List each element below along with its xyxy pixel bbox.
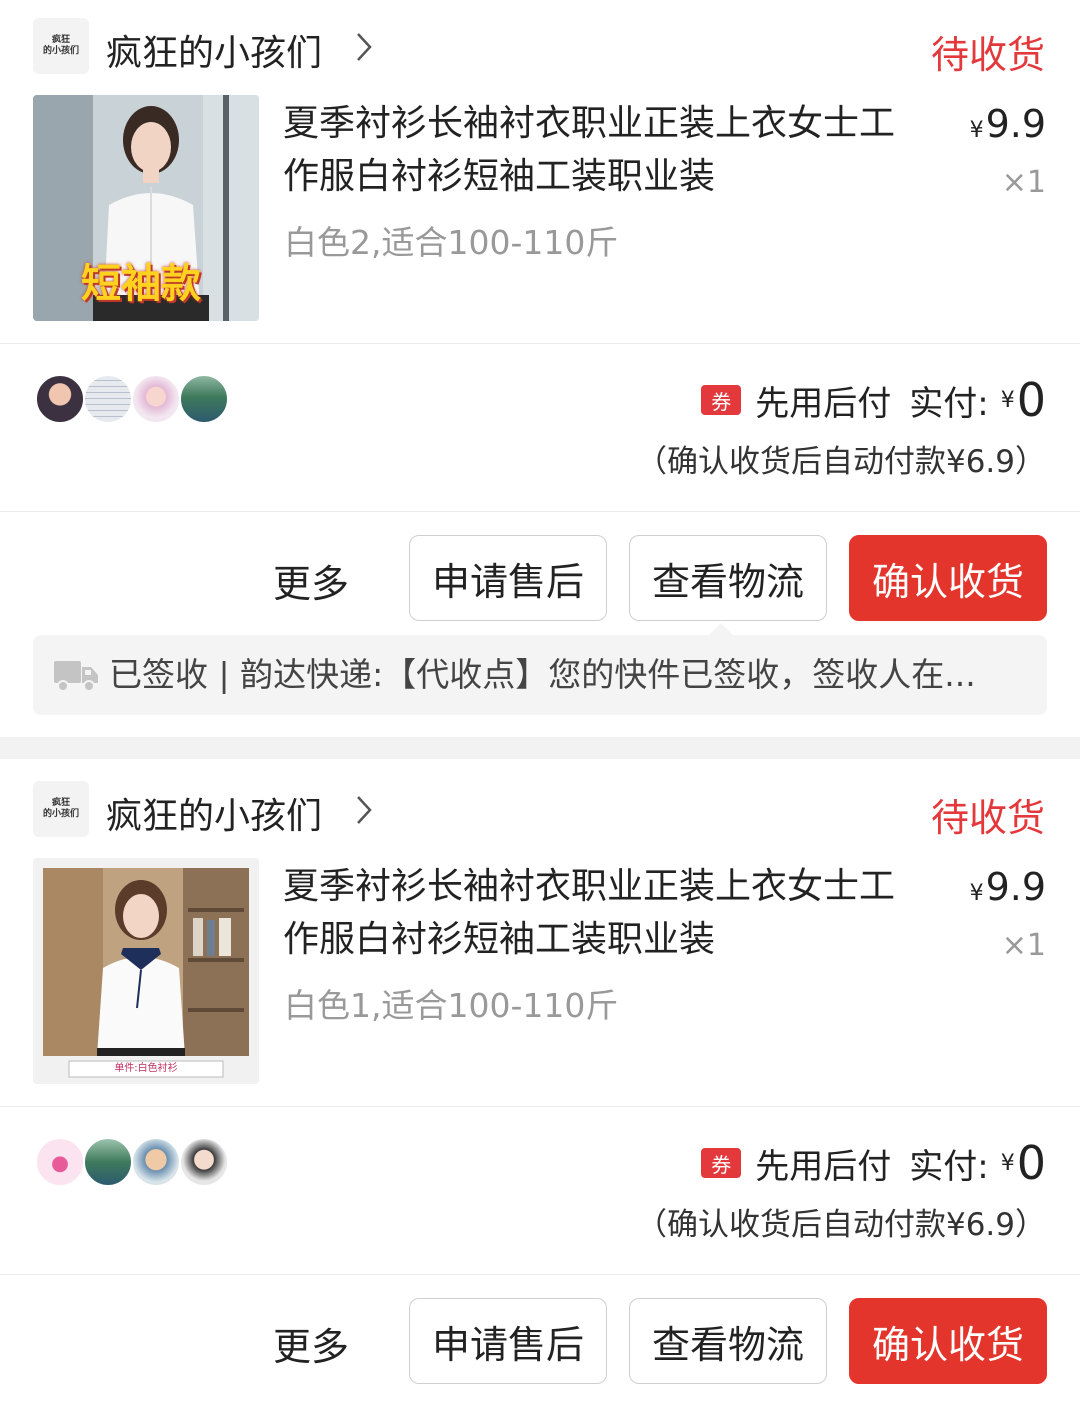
product-price: ¥9.9 [969,102,1046,146]
product-title[interactable]: 夏季衬衫长袖衬衣职业正装上衣女士工作服白衬衫短袖工装职业装 [283,860,923,966]
logistics-summary[interactable]: 已签收 | 韵达快递:【代收点】您的快件已签收，签收人在... [33,623,1047,715]
actual-paid-value: 0 [1016,373,1046,427]
avatar [35,374,85,424]
more-button[interactable]: 更多 [273,553,349,608]
pay-method: 先用后付 [755,383,892,424]
divider [0,1106,1080,1107]
group-buy-avatars[interactable] [35,1137,235,1189]
avatar [83,1137,133,1187]
confirm-receipt-button[interactable]: 确认收货 [849,535,1047,621]
product-price: ¥9.9 [969,865,1046,909]
divider [0,343,1080,344]
pay-later-summary: 券 先用后付 实付: ¥ 0 [701,372,1046,428]
product-image[interactable]: 短袖款 [33,95,259,321]
after-sales-button[interactable]: 申请售后 [409,535,607,621]
group-buy-avatars[interactable] [35,374,235,426]
shop-name[interactable]: 疯狂的小孩们 [106,24,322,76]
auto-pay-note: （确认收货后自动付款¥6.9） [635,1207,1046,1243]
product-image[interactable]: 单件:白色衬衫 [33,858,259,1084]
truck-icon [54,661,98,692]
logistics-text: 已签收 | 韵达快递:【代收点】您的快件已签收，签收人在... [109,655,976,694]
avatar [131,1137,181,1187]
product-variant: 白色2,适合100-110斤 [284,223,619,262]
order-card: 疯狂 的小孩们 疯狂的小孩们 待收货 单件:白色衬衫 夏季衬衫长袖衬衣职业正装上… [0,759,1080,1402]
after-sales-button[interactable]: 申请售后 [409,1298,607,1384]
avatar [131,374,181,424]
view-logistics-button[interactable]: 查看物流 [629,535,827,621]
more-button[interactable]: 更多 [273,1316,349,1371]
view-logistics-button[interactable]: 查看物流 [629,1298,827,1384]
pay-later-summary: 券 先用后付 实付: ¥ 0 [701,1135,1046,1191]
currency-symbol: ¥ [1000,387,1015,413]
product-variant: 白色1,适合100-110斤 [284,986,619,1025]
tooltip-caret [709,623,733,635]
product-title[interactable]: 夏季衬衫长袖衬衣职业正装上衣女士工作服白衬衫短袖工装职业装 [283,97,923,203]
avatar [83,374,133,424]
currency-symbol: ¥ [1000,1150,1015,1176]
order-status: 待收货 [930,33,1045,77]
product-quantity: ×1 [1001,165,1046,200]
divider [0,511,1080,512]
avatar [179,1137,229,1187]
avatar [179,374,229,424]
actual-paid-value: 0 [1016,1136,1046,1190]
order-card: 疯狂 的小孩们 疯狂的小孩们 待收货 短袖款 夏季衬衫长袖衬衣职业正装上衣女士工… [0,0,1080,737]
coupon-badge: 券 [701,385,742,415]
product-quantity: ×1 [1001,928,1046,963]
chevron-right-icon[interactable] [354,793,374,827]
pay-method: 先用后付 [755,1146,892,1187]
divider [0,1274,1080,1275]
shop-logo[interactable]: 疯狂 的小孩们 [33,18,89,74]
image-caption: 单件:白色衬衫 [114,1063,178,1074]
image-overlay-label: 短袖款 [81,261,201,307]
shop-logo[interactable]: 疯狂 的小孩们 [33,781,89,837]
actual-paid-label: 实付: [909,383,989,424]
chevron-right-icon[interactable] [354,30,374,64]
coupon-badge: 券 [701,1148,742,1178]
order-status: 待收货 [930,796,1045,840]
shop-name[interactable]: 疯狂的小孩们 [106,787,322,839]
avatar [35,1137,85,1187]
confirm-receipt-button[interactable]: 确认收货 [849,1298,1047,1384]
auto-pay-note: （确认收货后自动付款¥6.9） [635,444,1046,480]
actual-paid-label: 实付: [909,1146,989,1187]
